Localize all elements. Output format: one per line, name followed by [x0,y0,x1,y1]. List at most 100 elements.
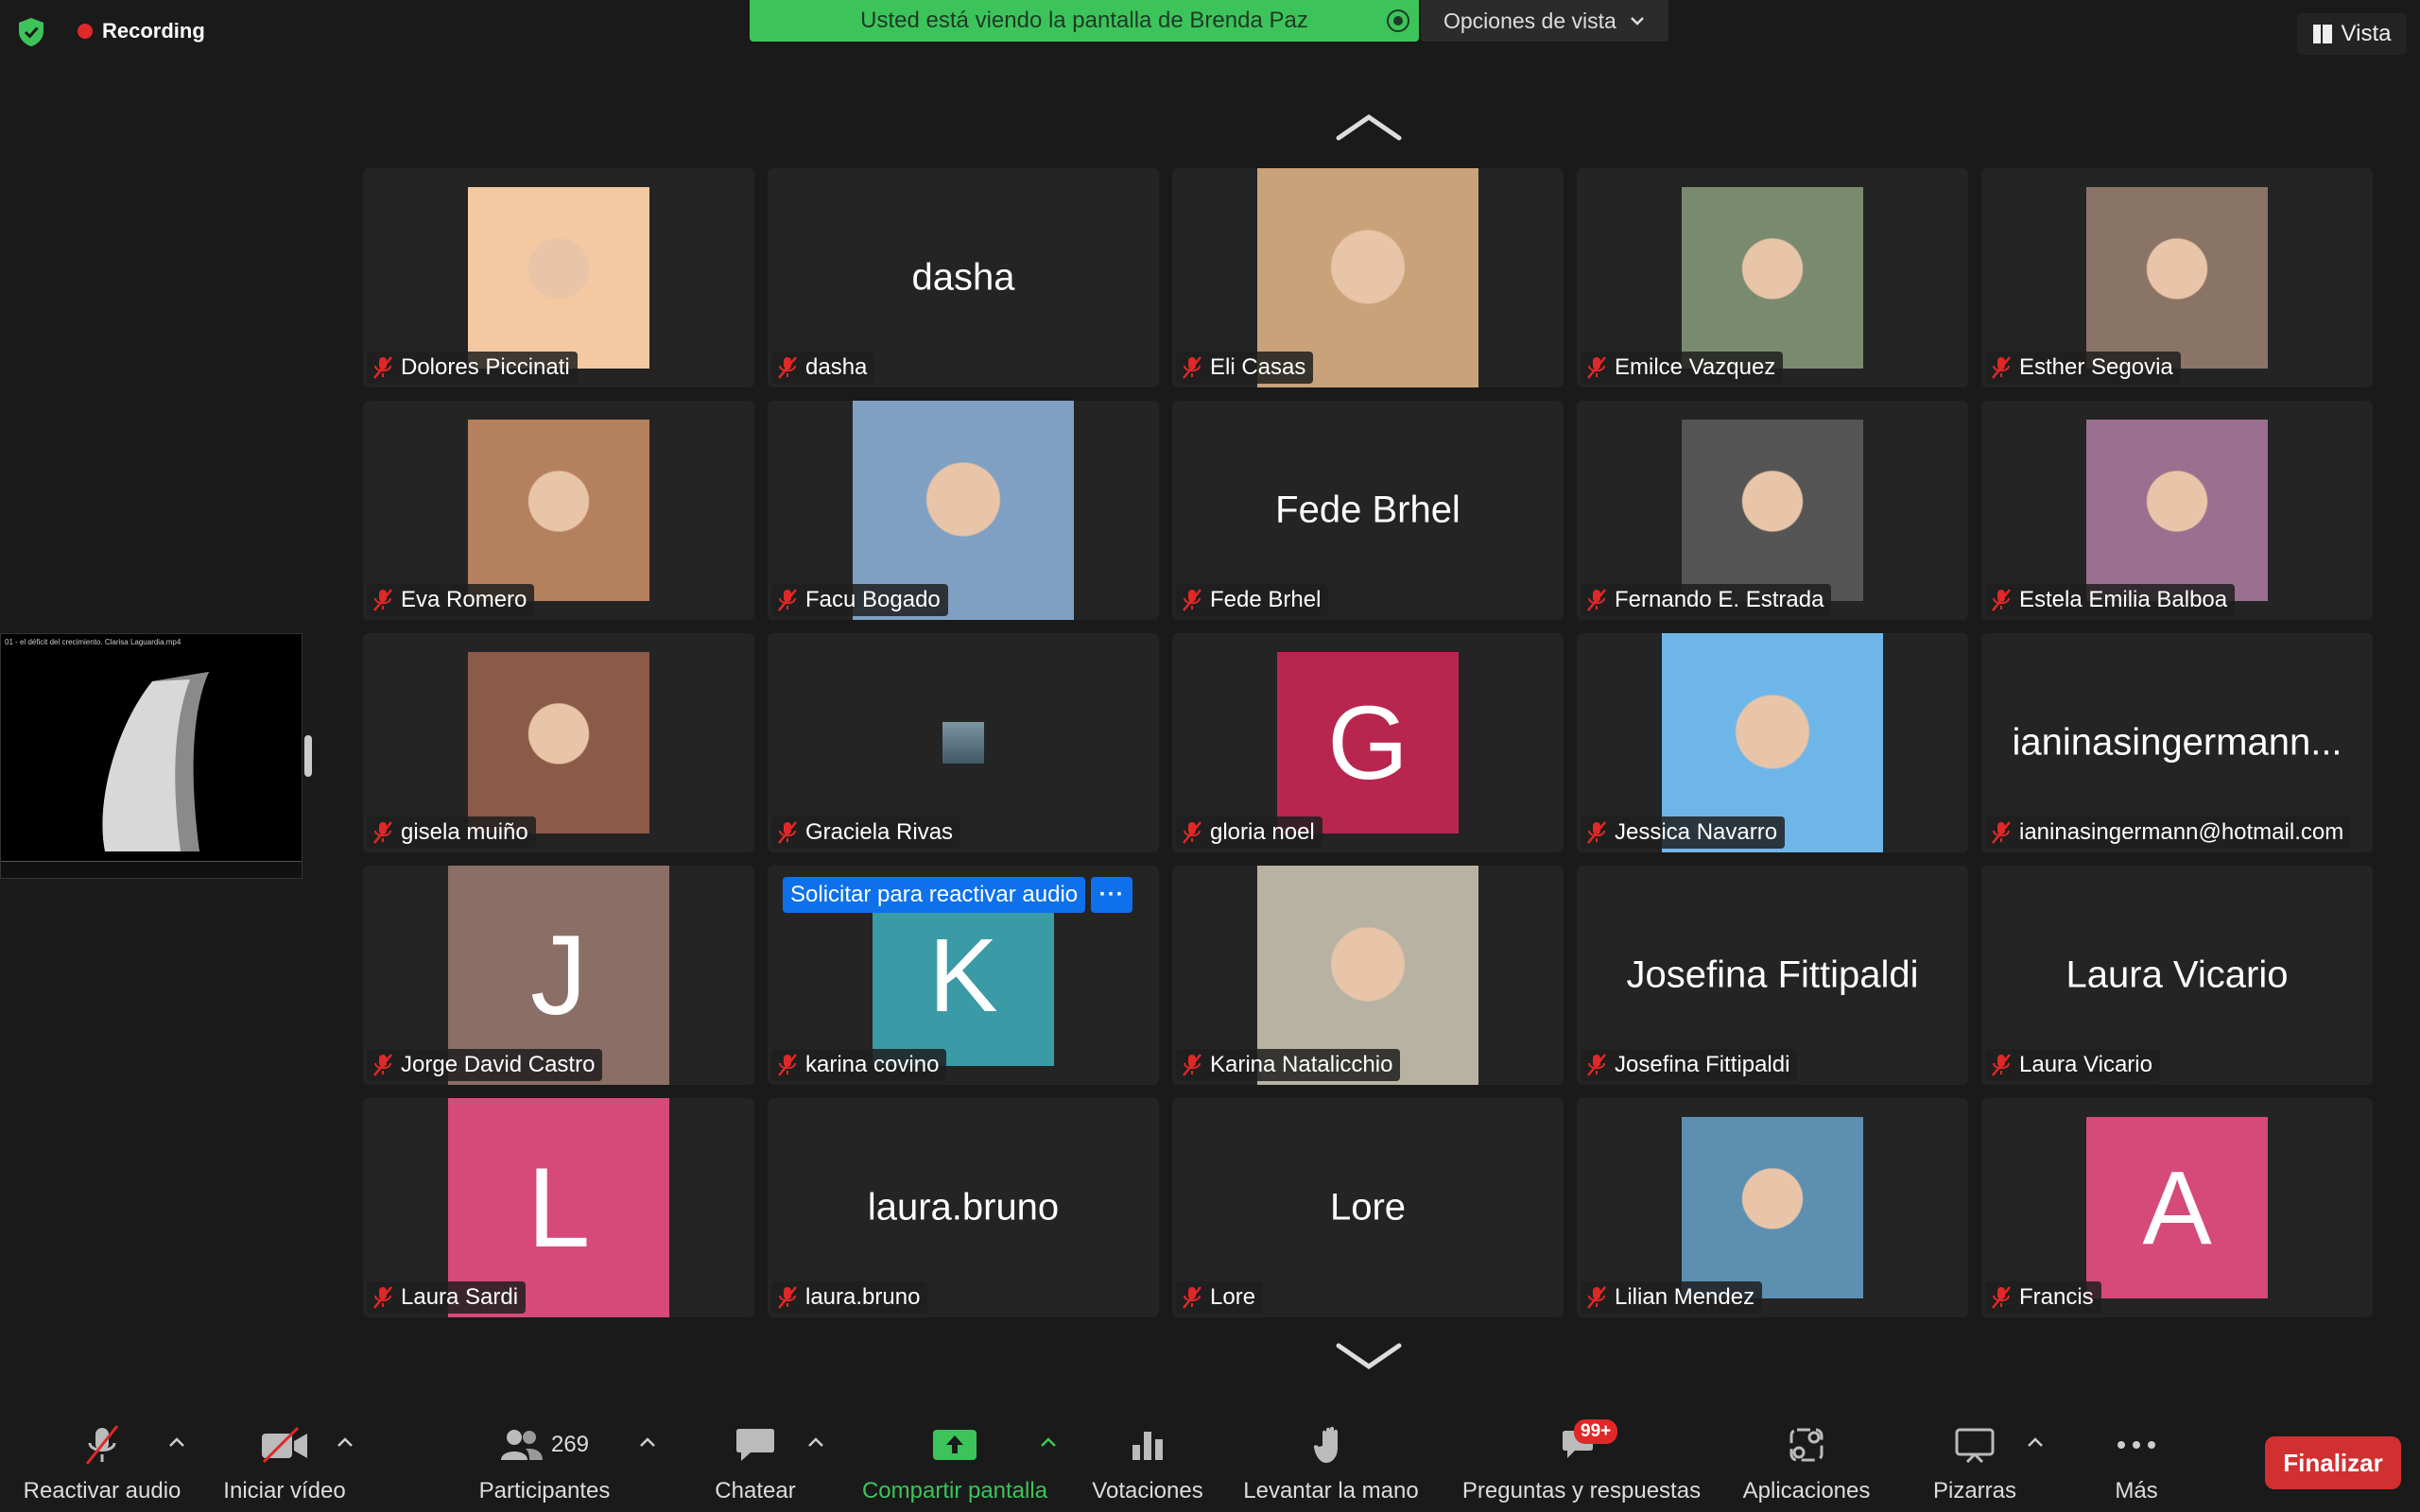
participant-tile[interactable]: Fede Brhel Fede Brhel [1172,401,1564,620]
participant-tile[interactable]: gisela muiño [363,633,754,852]
participant-name: Estela Emilia Balboa [2019,587,2228,612]
participant-tile[interactable]: dasha dasha [768,168,1159,387]
muted-mic-icon [1587,589,1606,611]
participant-tile[interactable]: K Solicitar para reactivar audio ··· karina… [768,866,1159,1085]
muted-mic-icon [1183,821,1201,844]
share-screen-button[interactable]: Compartir pantalla [851,1412,1059,1512]
participant-tile[interactable]: L Laura Sardi [363,1098,754,1317]
muted-mic-icon [1992,1054,2011,1076]
muted-mic-icon [1183,1286,1201,1309]
video-player-controls[interactable] [1,861,302,878]
more-label: Más [2115,1478,2158,1503]
muted-mic-icon [778,821,797,844]
participant-display-name: ianinasingermann... [2012,721,2342,764]
participant-tile[interactable]: Ggloria noel [1172,633,1564,852]
participants-options-caret-icon[interactable] [639,1436,656,1448]
chat-options-caret-icon[interactable] [807,1436,824,1448]
audio-options-caret-icon[interactable] [168,1436,185,1448]
participant-name: Jessica Navarro [1615,819,1778,845]
muted-mic-icon [373,356,392,379]
participants-button[interactable]: 269 Participantes [469,1412,620,1512]
participant-photo [2086,187,2268,369]
participant-display-name: dasha [911,256,1015,299]
meeting-toolbar: Reactivar audio Iniciar vídeo 269 Partic… [0,1412,2420,1512]
screen-share-banner: Usted está viendo la pantalla de Brenda … [750,0,1419,42]
qa-label: Preguntas y respuestas [1461,1478,1702,1503]
participant-nametag: Laura Sardi [367,1281,527,1314]
participant-name: Eva Romero [401,587,527,612]
participant-tile[interactable]: A Francis [1981,1098,2373,1317]
recording-indicator[interactable]: Recording [78,19,205,43]
layout-grid-icon [2312,25,2332,43]
participants-icon-wrap: 269 [500,1412,589,1478]
share-status-icon[interactable] [1387,9,1409,32]
muted-mic-icon [778,1054,797,1076]
more-dots-icon [2116,1412,2157,1478]
share-options-caret-icon[interactable] [1040,1436,1057,1448]
view-button[interactable]: Vista [2297,13,2407,55]
participant-tile[interactable]: Laura Vicario Laura Vicario [1981,866,2373,1085]
participant-name: Jorge David Castro [401,1052,596,1077]
participant-nametag: ianinasingermann@hotmail.com [1985,816,2352,849]
participant-tile[interactable]: Facu Bogado [768,401,1159,620]
participant-nametag: Dolores Piccinati [367,352,578,384]
unmute-request-group: Solicitar para reactivar audio ··· [783,877,1133,913]
muted-mic-icon [1587,1286,1606,1309]
view-options-button[interactable]: Opciones de vista [1421,0,1668,42]
participant-nametag: Francis [1985,1281,2101,1314]
whiteboards-label: Pizarras [1932,1478,2017,1503]
raise-hand-label: Levantar la mano [1243,1478,1419,1503]
participant-tile[interactable]: Lore Lore [1172,1098,1564,1317]
qa-button[interactable]: 99+ Preguntas y respuestas [1454,1412,1709,1512]
raise-hand-button[interactable]: Levantar la mano [1238,1412,1424,1512]
participant-tile[interactable]: Lilian Mendez [1577,1098,1968,1317]
polls-label: Votaciones [1092,1478,1203,1503]
participant-tile[interactable]: Karina Natalicchio [1172,866,1564,1085]
gallery-grid: Dolores Piccinati dasha dasha Eli Casas Emil… [363,168,2375,1317]
participant-tile[interactable]: Estela Emilia Balboa [1981,401,2373,620]
unmute-button[interactable]: Reactivar audio [19,1412,185,1512]
whiteboard-icon [1954,1412,1996,1478]
participant-tile[interactable]: Eli Casas [1172,168,1564,387]
participant-tile[interactable]: Graciela Rivas [768,633,1159,852]
participant-nametag: Lilian Mendez [1581,1281,1763,1314]
chat-button[interactable]: Chatear [703,1412,807,1512]
more-button[interactable]: Más [2099,1412,2174,1512]
participant-tile[interactable]: Josefina Fittipaldi Josefina Fittipaldi [1577,866,1968,1085]
participant-nametag: Jorge David Castro [367,1049,603,1081]
share-screen-icon [932,1412,977,1478]
tile-more-button[interactable]: ··· [1091,877,1133,913]
start-video-button[interactable]: Iniciar vídeo [217,1412,352,1512]
whiteboards-button[interactable]: Pizarras [1925,1412,2025,1512]
participant-tile[interactable]: Dolores Piccinati [363,168,754,387]
thumbnail-resize-handle[interactable] [304,735,312,777]
whiteboards-options-caret-icon[interactable] [2027,1436,2044,1448]
participant-tile[interactable]: Jessica Navarro [1577,633,1968,852]
participant-tile[interactable]: ianinasingermann... ianinasingermann@hotm… [1981,633,2373,852]
muted-mic-icon [778,1286,797,1309]
participant-nametag: Emilce Vazquez [1581,352,1784,384]
participant-tile[interactable]: J Jorge David Castro [363,866,754,1085]
muted-mic-icon [373,821,392,844]
end-meeting-button[interactable]: Finalizar [2265,1436,2401,1489]
view-options-label: Opciones de vista [1443,8,1616,33]
polls-button[interactable]: Votaciones [1083,1412,1212,1512]
start-video-label: Iniciar vídeo [223,1478,346,1503]
participant-name: karina covino [805,1052,940,1077]
request-unmute-button[interactable]: Solicitar para reactivar audio [783,877,1086,913]
participant-nametag: gisela muiño [367,816,536,849]
participant-tile[interactable]: Esther Segovia [1981,168,2373,387]
gallery-previous-page-icon[interactable] [1335,113,1403,142]
apps-button[interactable]: Aplicaciones [1736,1412,1877,1512]
participant-tile[interactable]: Fernando E. Estrada [1577,401,1968,620]
participant-tile[interactable]: Emilce Vazquez [1577,168,1968,387]
video-options-caret-icon[interactable] [337,1436,354,1448]
participant-nametag: Fede Brhel [1176,584,1329,616]
participant-display-name: laura.bruno [867,1186,1060,1228]
participant-tile[interactable]: Eva Romero [363,401,754,620]
participant-tile[interactable]: laura.bruno laura.bruno [768,1098,1159,1317]
security-shield-icon[interactable] [17,17,45,47]
participant-name: Esther Segovia [2019,354,2173,380]
gallery-next-page-icon[interactable] [1335,1342,1403,1370]
shared-screen-thumbnail[interactable]: 01 - el déficit del crecimiento. Clarisa… [0,633,302,879]
